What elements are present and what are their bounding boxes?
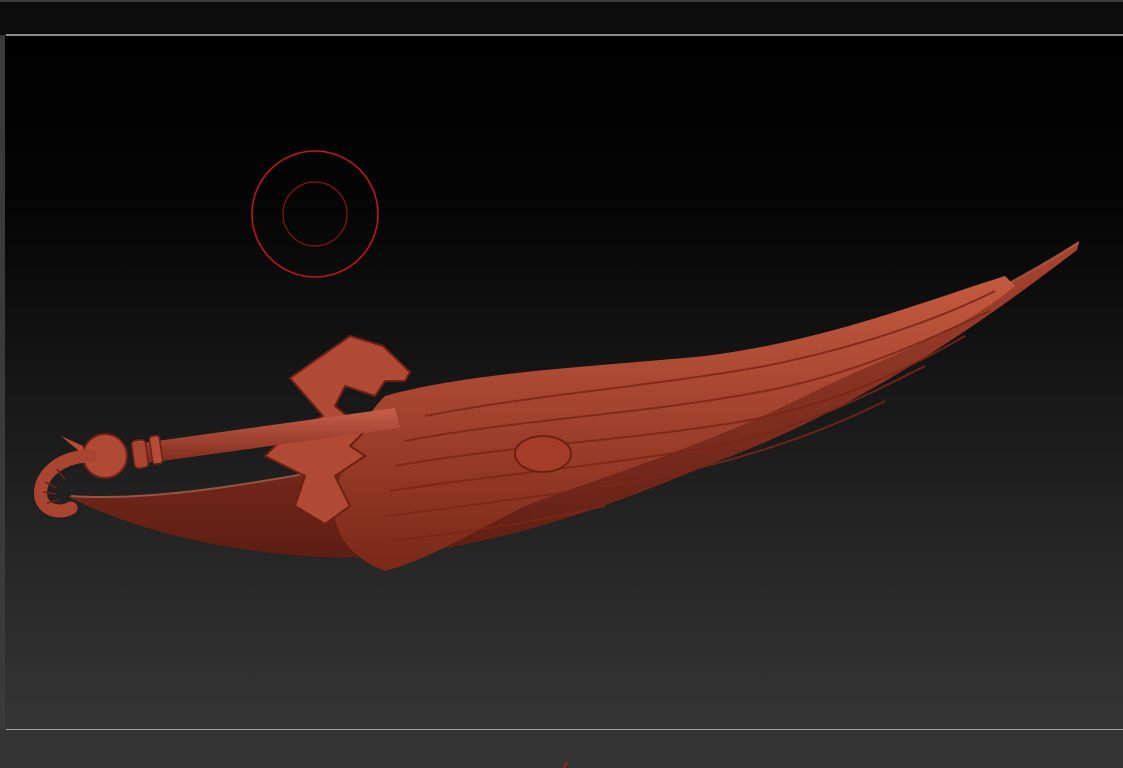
brush-cursor-icon — [251, 150, 379, 278]
handle-ring-1 — [130, 438, 150, 470]
sculpted-blade-model[interactable] — [5, 36, 1123, 729]
top-toolbar — [0, 0, 1123, 35]
document-canvas[interactable] — [5, 36, 1123, 729]
brush-inner-ring — [282, 181, 348, 247]
blade-wrap — [334, 276, 1016, 571]
pointer-tick-icon — [563, 761, 568, 768]
wrap-knot — [514, 435, 572, 473]
brush-outer-ring — [251, 150, 379, 278]
sculpt-window — [0, 0, 1123, 768]
